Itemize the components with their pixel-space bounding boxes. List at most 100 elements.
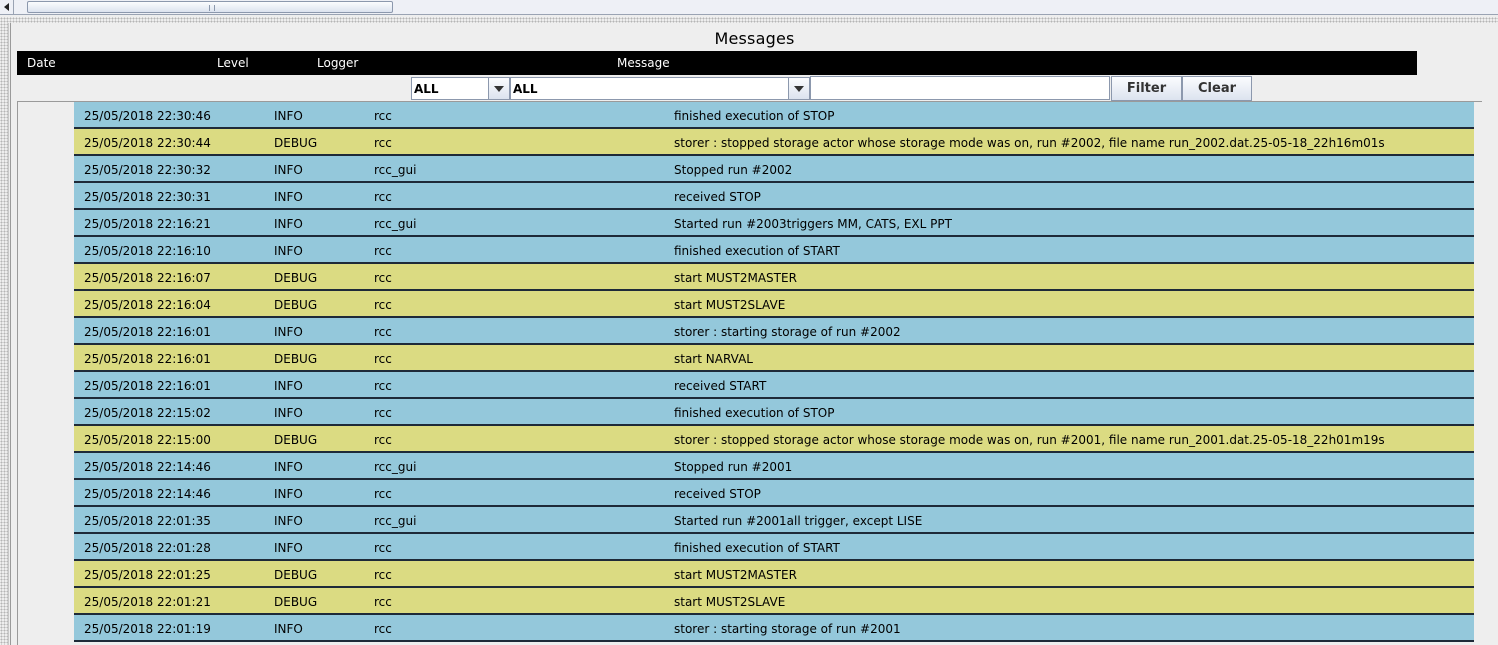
cell-level: INFO	[274, 487, 303, 501]
cell-logger: rcc	[374, 406, 392, 420]
cell-message: storer : starting storage of run #2002	[674, 325, 901, 339]
cell-date: 25/05/2018 22:30:31	[84, 190, 211, 204]
table-row[interactable]: 25/05/2018 22:01:25 DEBUG rcc start MUST2MA…	[74, 561, 1474, 588]
cell-message: received START	[674, 379, 767, 393]
cell-date: 25/05/2018 22:14:46	[84, 487, 211, 501]
cell-message: start MUST2SLAVE	[674, 298, 786, 312]
cell-date: 25/05/2018 22:01:19	[84, 622, 211, 636]
column-header-message[interactable]: Message	[617, 56, 670, 70]
cell-date: 25/05/2018 22:30:46	[84, 109, 211, 123]
cell-level: DEBUG	[274, 433, 318, 447]
table-row[interactable]: 25/05/2018 22:30:31 INFO rcc received STOP	[74, 183, 1474, 210]
table-row[interactable]: 25/05/2018 22:16:01 DEBUG rcc start NARVAL	[74, 345, 1474, 372]
cell-date: 25/05/2018 22:14:46	[84, 460, 211, 474]
cell-logger: rcc	[374, 541, 392, 555]
cell-message: start MUST2MASTER	[674, 271, 797, 285]
cell-logger: rcc	[374, 433, 392, 447]
cell-message: received STOP	[674, 190, 761, 204]
cell-date: 25/05/2018 22:30:44	[84, 136, 211, 150]
cell-level: INFO	[274, 406, 303, 420]
table-row[interactable]: 25/05/2018 22:01:28 INFO rcc finished execu…	[74, 534, 1474, 561]
table-row[interactable]: 25/05/2018 22:16:07 DEBUG rcc start MUST2MA…	[74, 264, 1474, 291]
cell-date: 25/05/2018 22:16:21	[84, 217, 211, 231]
cell-date: 25/05/2018 22:16:07	[84, 271, 211, 285]
cell-level: INFO	[274, 190, 303, 204]
filter-button[interactable]: Filter	[1111, 76, 1182, 101]
level-filter-value: ALL	[414, 82, 439, 96]
cell-date: 25/05/2018 22:16:10	[84, 244, 211, 258]
cell-level: INFO	[274, 217, 303, 231]
cell-message: Stopped run #2001	[674, 460, 793, 474]
vertical-split-divider[interactable]	[0, 23, 9, 645]
cell-date: 25/05/2018 22:15:00	[84, 433, 211, 447]
cell-level: INFO	[274, 460, 303, 474]
message-filter-input[interactable]	[810, 76, 1110, 100]
cell-logger: rcc	[374, 109, 392, 123]
cell-level: DEBUG	[274, 568, 318, 582]
table-body: 25/05/2018 22:30:46 INFO rcc finished execu…	[74, 102, 1474, 642]
column-header-level[interactable]: Level	[217, 56, 249, 70]
cell-date: 25/05/2018 22:01:35	[84, 514, 211, 528]
cell-message: finished execution of STOP	[674, 406, 835, 420]
cell-level: INFO	[274, 541, 303, 555]
cell-level: DEBUG	[274, 298, 318, 312]
cell-level: DEBUG	[274, 136, 318, 150]
cell-logger: rcc	[374, 325, 392, 339]
cell-level: INFO	[274, 109, 303, 123]
table-row[interactable]: 25/05/2018 22:14:46 INFO rcc received STOP	[74, 480, 1474, 507]
table-header: Date Level Logger Message	[17, 51, 1417, 75]
cell-date: 25/05/2018 22:16:01	[84, 325, 211, 339]
cell-date: 25/05/2018 22:16:04	[84, 298, 211, 312]
logger-filter-select[interactable]: ALL	[510, 77, 810, 100]
scrollbar-thumb[interactable]	[27, 1, 393, 13]
cell-date: 25/05/2018 22:16:01	[84, 379, 211, 393]
cell-message: start MUST2SLAVE	[674, 595, 786, 609]
cell-logger: rcc	[374, 136, 392, 150]
cell-message: finished execution of START	[674, 244, 840, 258]
table-row[interactable]: 25/05/2018 22:30:32 INFO rcc_gui Stopped ru…	[74, 156, 1474, 183]
clear-button[interactable]: Clear	[1182, 76, 1252, 101]
cell-message: Started run #2003triggers MM, CATS, EXL …	[674, 217, 952, 231]
messages-panel: Messages Date Level Logger Message ALL A…	[10, 23, 1498, 645]
level-filter-select[interactable]: ALL	[411, 77, 510, 100]
table-row[interactable]: 25/05/2018 22:15:02 INFO rcc finished execu…	[74, 399, 1474, 426]
table-row[interactable]: 25/05/2018 22:16:21 INFO rcc_gui Started ru…	[74, 210, 1474, 237]
cell-logger: rcc	[374, 298, 392, 312]
column-header-logger[interactable]: Logger	[317, 56, 358, 70]
table-row[interactable]: 25/05/2018 22:14:46 INFO rcc_gui Stopped ru…	[74, 453, 1474, 480]
horizontal-scrollbar[interactable]	[0, 0, 1498, 15]
chevron-down-icon[interactable]	[788, 78, 809, 99]
scroll-left-arrow-icon[interactable]	[0, 0, 14, 14]
cell-date: 25/05/2018 22:16:01	[84, 352, 211, 366]
cell-logger: rcc_gui	[374, 217, 417, 231]
column-header-date[interactable]: Date	[27, 56, 56, 70]
cell-logger: rcc	[374, 271, 392, 285]
cell-logger: rcc	[374, 379, 392, 393]
table-row[interactable]: 25/05/2018 22:30:44 DEBUG rcc storer : stop…	[74, 129, 1474, 156]
cell-level: INFO	[274, 379, 303, 393]
chevron-down-icon[interactable]	[488, 78, 509, 99]
table-row[interactable]: 25/05/2018 22:16:10 INFO rcc finished execu…	[74, 237, 1474, 264]
logger-filter-value: ALL	[513, 82, 538, 96]
table-row[interactable]: 25/05/2018 22:16:01 INFO rcc received START	[74, 372, 1474, 399]
table-row[interactable]: 25/05/2018 22:01:19 INFO rcc storer : start…	[74, 615, 1474, 642]
cell-message: finished execution of STOP	[674, 109, 835, 123]
cell-logger: rcc	[374, 595, 392, 609]
table-row[interactable]: 25/05/2018 22:16:04 DEBUG rcc start MUST2SL…	[74, 291, 1474, 318]
table-row[interactable]: 25/05/2018 22:30:46 INFO rcc finished execu…	[74, 102, 1474, 129]
table-row[interactable]: 25/05/2018 22:16:01 INFO rcc storer : start…	[74, 318, 1474, 345]
table-row[interactable]: 25/05/2018 22:15:00 DEBUG rcc storer : stop…	[74, 426, 1474, 453]
cell-date: 25/05/2018 22:01:28	[84, 541, 211, 555]
panel-title: Messages	[714, 29, 795, 48]
cell-logger: rcc	[374, 487, 392, 501]
table-row[interactable]: 25/05/2018 22:01:35 INFO rcc_gui Started ru…	[74, 507, 1474, 534]
cell-date: 25/05/2018 22:30:32	[84, 163, 211, 177]
cell-message: start MUST2MASTER	[674, 568, 797, 582]
table-row[interactable]: 25/05/2018 22:01:21 DEBUG rcc start MUST2SL…	[74, 588, 1474, 615]
cell-logger: rcc	[374, 568, 392, 582]
cell-date: 25/05/2018 22:01:21	[84, 595, 211, 609]
cell-logger: rcc_gui	[374, 460, 417, 474]
cell-level: DEBUG	[274, 271, 318, 285]
cell-logger: rcc_gui	[374, 163, 417, 177]
cell-logger: rcc	[374, 352, 392, 366]
